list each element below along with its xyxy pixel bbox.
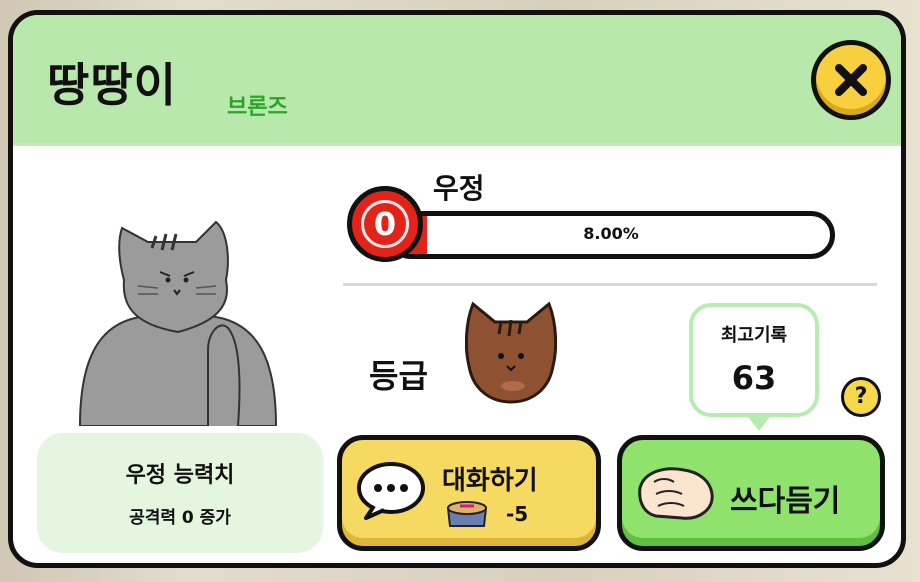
bubble-tail: [745, 413, 773, 431]
grade-label: 등급: [369, 357, 428, 395]
divider: [343, 283, 877, 286]
close-icon: [835, 64, 867, 96]
friendship-stats-panel: 우정 능력치 공격력 0 증가: [37, 433, 323, 553]
chat-bubble-icon: [357, 462, 425, 520]
friendship-level-badge: 0: [347, 186, 423, 262]
friendship-level: 0: [373, 205, 397, 243]
talk-button-label: 대화하기: [442, 466, 538, 496]
stats-detail: 공격력 0 증가: [129, 508, 231, 528]
friendship-label: 우정: [433, 172, 485, 205]
cat-detail-dialog: 땅땅이 브론즈 우정 능력치 공격력 0 증가 우정 8.00% 0 등급 최고…: [8, 10, 906, 568]
best-record-value: 63: [731, 359, 777, 397]
dialog-header: 땅땅이 브론즈: [13, 15, 901, 146]
talk-button[interactable]: 대화하기 -5: [337, 435, 601, 551]
pet-button-label: 쓰다듬기: [730, 484, 841, 519]
brown-cat-face-icon: [465, 301, 557, 404]
best-record-label: 최고기록: [720, 325, 788, 346]
friendship-progress-text: 8.00%: [583, 224, 639, 243]
cat-food-icon: [446, 501, 488, 527]
pet-button[interactable]: 쓰다듬기: [617, 435, 885, 551]
cat-name: 땅땅이: [47, 58, 177, 112]
help-button[interactable]: ?: [841, 377, 881, 417]
close-button[interactable]: [811, 40, 891, 120]
gray-cat-illustration: [78, 220, 278, 426]
stats-title: 우정 능력치: [125, 463, 235, 488]
friendship-progress-bar: 8.00%: [387, 211, 835, 259]
rank-label: 브론즈: [227, 95, 288, 120]
hand-icon: [638, 467, 714, 520]
best-record-bubble: 최고기록 63: [689, 303, 819, 417]
question-icon: ?: [854, 384, 868, 409]
talk-cost: -5: [506, 502, 529, 526]
